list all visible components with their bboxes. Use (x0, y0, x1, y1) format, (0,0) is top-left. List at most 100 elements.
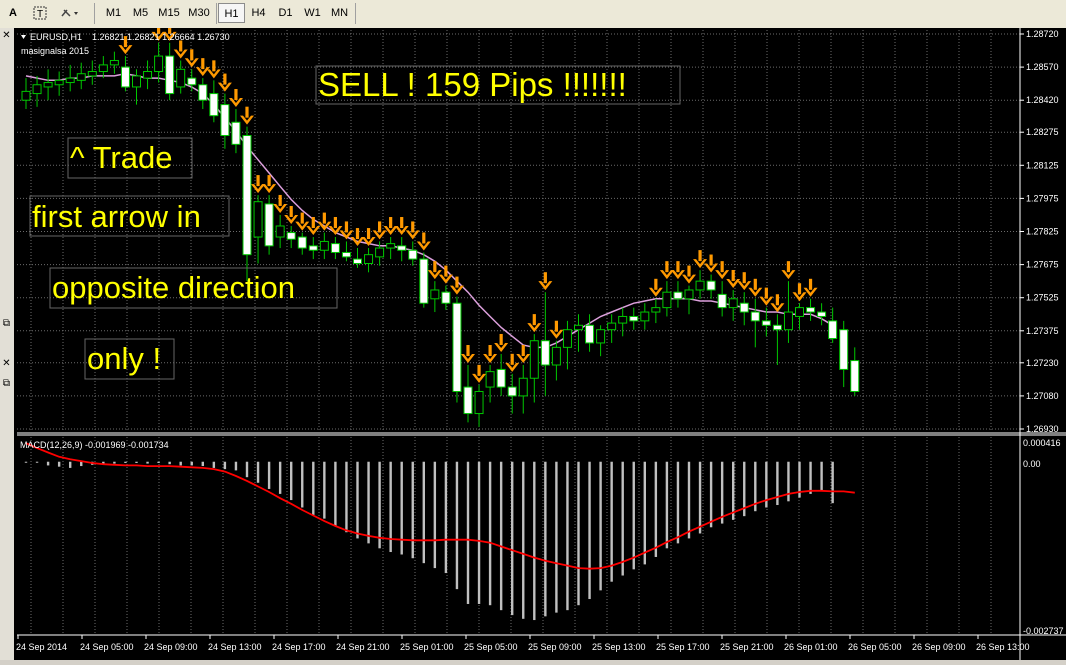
macd-histogram-bar (312, 461, 315, 515)
price-chart-canvas[interactable]: 1.28720 1.28570 1.28420 1.28275 1.28125 1.279… (14, 22, 1066, 660)
candle-body-bear (761, 320, 771, 326)
candle-body-bull (176, 68, 186, 88)
candle (795, 303, 804, 330)
macd-histogram-bar (555, 461, 558, 613)
candle-body-bear (441, 291, 451, 304)
sell-arrow-shaft (488, 345, 492, 357)
macd-panel (24, 442, 855, 621)
sell-arrow-icon (372, 221, 387, 240)
price-label: 1.28420 (1026, 95, 1059, 105)
resize-icon[interactable]: ⧉ (1, 318, 12, 329)
candle (154, 42, 164, 83)
macd-histogram-bar (809, 461, 812, 494)
time-label: 25 Sep 17:00 (656, 642, 710, 652)
timeframe-button-w1[interactable]: W1 (299, 3, 326, 23)
macd-histogram-bar (632, 461, 635, 570)
candle-body-bear (629, 315, 639, 322)
candle (839, 320, 849, 388)
close-icon[interactable]: ✕ (1, 30, 12, 41)
timeframe-button-m15[interactable]: M15 (154, 3, 184, 23)
candle (220, 93, 230, 149)
sell-arrow-icon (416, 232, 431, 251)
candle-body-bull (695, 280, 705, 291)
candle-body-bull (551, 346, 561, 366)
macd-histogram-bar (488, 461, 492, 606)
timeframe-button-h1[interactable]: H1 (218, 3, 245, 23)
sell-arrow-icon (494, 333, 509, 352)
sell-arrow-icon (704, 254, 719, 273)
close-icon[interactable]: ✕ (1, 358, 12, 369)
tool-dropdown-icon[interactable] (58, 3, 86, 23)
candle-body-bear (231, 121, 241, 145)
macd-histogram-bar (168, 461, 171, 465)
sell-arrow-icon (405, 221, 420, 240)
time-label: 26 Sep 09:00 (912, 642, 966, 652)
timeframe-button-m5[interactable]: M5 (127, 3, 154, 23)
sell-arrow-shaft (422, 232, 426, 244)
candle (32, 75, 42, 107)
candle-body-bear (341, 251, 351, 258)
chart-window[interactable]: 1.28720 1.28570 1.28420 1.28275 1.28125 1.279… (14, 22, 1066, 660)
price-label: 1.27675 (1026, 260, 1059, 270)
candle-body-bull (375, 247, 385, 258)
candle (353, 248, 362, 268)
macd-histogram-bar (256, 461, 260, 483)
macd-histogram-bar (621, 461, 624, 576)
dropdown-triangle-icon[interactable] (21, 35, 26, 39)
candle-body-bull (651, 307, 661, 313)
timeframe-button-d1[interactable]: D1 (272, 3, 299, 23)
macd-histogram-bar (245, 461, 249, 478)
candle (662, 281, 672, 317)
candle-body-bull (640, 311, 650, 322)
time-label: 25 Sep 13:00 (592, 642, 646, 652)
timeframe-button-m1[interactable]: M1 (100, 3, 127, 23)
candle (551, 340, 561, 381)
candle-body-bear (242, 135, 252, 256)
sell-arrow-shaft (654, 278, 658, 290)
timeframe-button-m30[interactable]: M30 (184, 3, 214, 23)
candle (728, 289, 738, 321)
macd-scale-zero: 0.00 (1023, 459, 1041, 469)
candle (463, 365, 473, 423)
time-label: 25 Sep 05:00 (464, 642, 518, 652)
candle (54, 71, 64, 96)
candle (562, 320, 572, 370)
sell-arrow-shaft (543, 272, 547, 284)
candle-body-bear (286, 232, 296, 240)
macd-histogram-bar (831, 461, 834, 504)
macd-histogram-bar (477, 461, 481, 604)
sell-arrow-icon (184, 49, 199, 68)
candle-body-bull (574, 324, 583, 331)
candle-body-bull (386, 243, 396, 249)
candle-body-bull (728, 298, 738, 309)
sell-arrow-shaft (344, 221, 349, 233)
candle-body-bear (187, 77, 197, 86)
candle (485, 365, 495, 403)
text-a-icon[interactable]: A (4, 3, 22, 23)
candle (452, 296, 462, 403)
sell-arrow-shaft (389, 217, 393, 229)
candle (408, 241, 418, 266)
sell-arrow-shaft (245, 106, 249, 118)
chart-side-strip: ✕ ⧉ ✕ ⧉ (0, 28, 15, 660)
sell-arrow-icon (339, 221, 354, 240)
sell-arrow-shaft (212, 60, 216, 72)
sell-arrow-icon (648, 278, 663, 297)
sell-arrow-icon (670, 261, 685, 280)
timeframe-button-mn[interactable]: MN (326, 3, 353, 23)
candle-body-bull (98, 64, 108, 73)
text-box-icon[interactable]: T (30, 3, 50, 23)
candle (386, 237, 396, 260)
candle (286, 225, 296, 249)
macd-histogram-bar (179, 461, 182, 466)
sell-arrow-shaft (411, 221, 415, 233)
candle-body-bull (607, 322, 617, 331)
candle-body-bear (585, 324, 595, 344)
candle-body-bear (806, 307, 816, 313)
resize-icon[interactable]: ⧉ (1, 378, 12, 389)
candle-body-bull (109, 59, 119, 66)
candle (607, 314, 617, 343)
sell-arrow-icon (317, 212, 332, 231)
candle (98, 56, 108, 79)
timeframe-button-h4[interactable]: H4 (245, 3, 272, 23)
